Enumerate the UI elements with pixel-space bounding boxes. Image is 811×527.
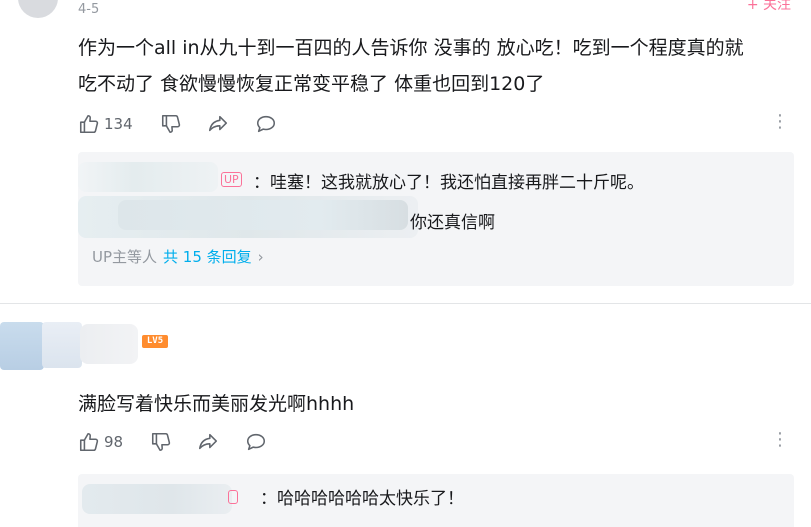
like-count: 98	[104, 433, 124, 451]
reply-summary-prefix: UP主等人	[92, 248, 158, 266]
reply-text: 你还真信啊	[410, 213, 495, 233]
comment-actions: 134	[78, 112, 278, 136]
more-icon[interactable]: ⋮	[771, 431, 789, 449]
reply-summary: UP主等人 共 15 条回复 ›	[92, 246, 264, 267]
reply-button[interactable]	[254, 113, 278, 135]
follow-button[interactable]: + 关注	[747, 0, 791, 14]
dislike-icon	[151, 432, 171, 452]
share-button[interactable]	[206, 113, 254, 135]
dislike-button[interactable]	[160, 113, 206, 135]
reply-text: ：哈哈哈哈哈哈太快乐了！	[260, 489, 464, 509]
comment-text-line: 吃不动了 食欲慢慢恢复正常变平稳了 体重也回到120了	[78, 73, 545, 95]
comment-text: 作为一个all in从九十到一百四的人告诉你 没事的 放心吃！吃到一个程度真的就…	[78, 30, 798, 102]
dislike-button[interactable]	[150, 431, 196, 453]
reply-icon	[256, 115, 276, 133]
blurred-username	[82, 484, 232, 514]
like-count: 134	[104, 115, 133, 133]
blurred-username	[118, 200, 408, 230]
share-icon	[198, 433, 218, 450]
avatar[interactable]	[18, 0, 58, 18]
comment-text-line: 作为一个all in从九十到一百四的人告诉你 没事的 放心吃！吃到一个程度真的就	[78, 37, 744, 59]
like-icon	[79, 432, 99, 452]
comment-divider	[0, 303, 811, 304]
reply-text: ：哇塞！这我就放心了！我还怕直接再胖二十斤呢。	[253, 173, 644, 193]
reply-icon	[246, 433, 266, 451]
up-badge: UP	[221, 172, 242, 187]
share-icon	[208, 115, 228, 132]
share-button[interactable]	[196, 431, 244, 453]
view-replies-link[interactable]: 共 15 条回复	[163, 246, 252, 267]
reply-button[interactable]	[244, 431, 268, 453]
dislike-icon	[161, 114, 181, 134]
user-badge	[228, 490, 238, 504]
blurred-username	[78, 162, 218, 192]
blurred-username[interactable]	[80, 324, 138, 364]
like-button[interactable]: 134	[78, 113, 160, 135]
comment-actions: 98	[78, 430, 268, 454]
blurred-avatar	[42, 322, 82, 368]
reply-list: UP ：哇塞！这我就放心了！我还怕直接再胖二十斤呢。 你还真信啊 UP主等人 共…	[78, 152, 794, 286]
like-icon	[79, 114, 99, 134]
blurred-avatar[interactable]	[0, 322, 44, 370]
chevron-right-icon[interactable]: ›	[258, 248, 264, 266]
level-badge: LV5	[142, 335, 168, 348]
like-button[interactable]: 98	[78, 431, 150, 453]
more-icon[interactable]: ⋮	[771, 113, 789, 131]
comment-date: 4-5	[78, 2, 100, 17]
reply-list: ：哈哈哈哈哈哈太快乐了！	[78, 474, 794, 527]
comment-text: 满脸写着快乐而美丽发光啊hhhh	[78, 393, 355, 415]
